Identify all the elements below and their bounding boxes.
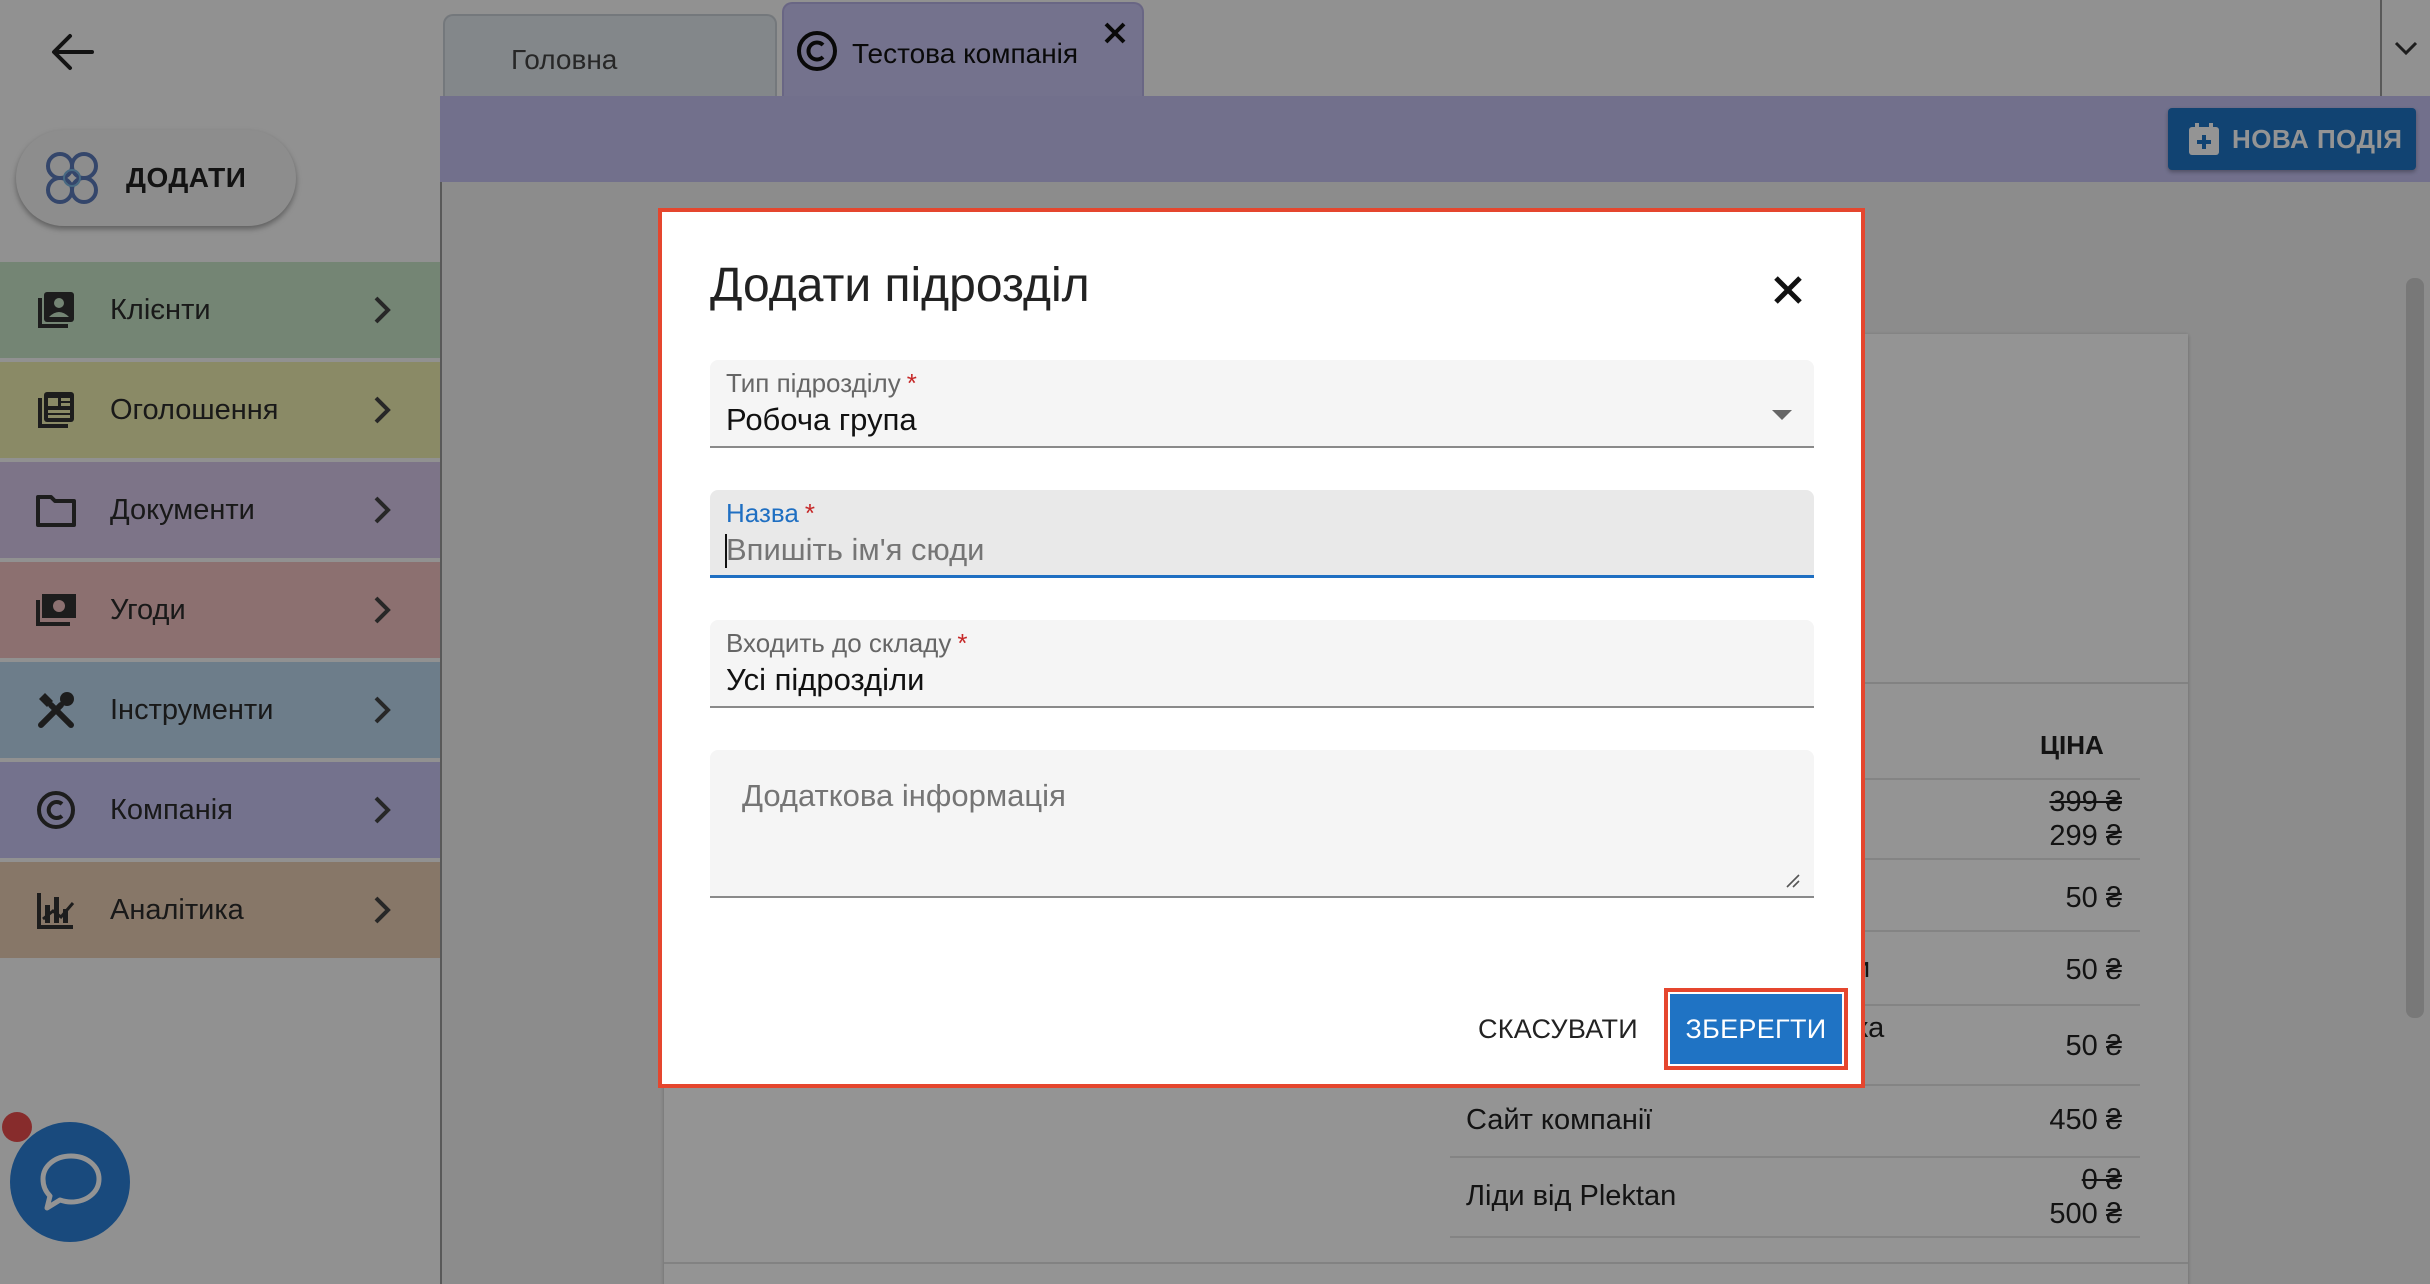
name-placeholder: Впишіть ім'я сюди [726, 532, 985, 567]
additional-info-placeholder: Додаткова інформація [742, 778, 1066, 813]
field-label-text: Входить до складу [726, 628, 952, 658]
field-label-text: Назва [726, 498, 799, 528]
field-label: Тип підрозділу * [726, 368, 917, 399]
dropdown-arrow-icon [1772, 410, 1792, 420]
department-type-select[interactable]: Тип підрозділу * Робоча група [710, 360, 1814, 448]
department-type-value: Робоча група [726, 402, 917, 437]
department-name-input[interactable]: Назва * Впишіть ім'я сюди [710, 490, 1814, 578]
save-button[interactable]: ЗБЕРЕГТИ [1670, 994, 1842, 1064]
text-caret [725, 534, 727, 568]
cancel-button[interactable]: СКАСУВАТИ [1458, 1004, 1658, 1054]
close-icon[interactable] [1768, 270, 1808, 310]
field-label-text: Тип підрозділу [726, 368, 901, 398]
resize-handle-icon[interactable] [1784, 872, 1800, 888]
additional-info-textarea[interactable]: Додаткова інформація [710, 750, 1814, 898]
parent-department-value: Усі підрозділи [726, 662, 925, 697]
required-mark: * [957, 628, 968, 658]
dialog-title: Додати підрозділ [710, 259, 1090, 312]
required-mark: * [906, 368, 917, 398]
parent-department-select[interactable]: Входить до складу * Усі підрозділи [710, 620, 1814, 708]
field-label: Назва * [726, 498, 815, 529]
required-mark: * [804, 498, 815, 528]
field-label: Входить до складу * [726, 628, 967, 659]
